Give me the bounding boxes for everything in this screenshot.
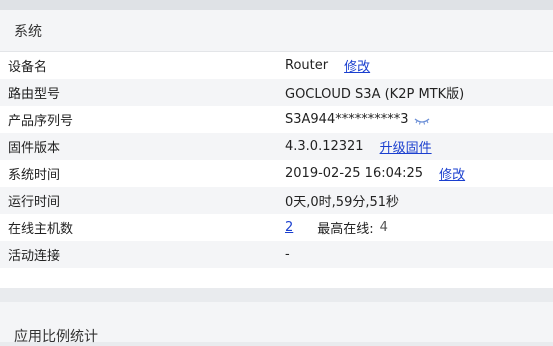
- max-online-label: 最高在线:: [317, 222, 374, 237]
- firmware-version-label: 固件版本: [8, 141, 61, 156]
- row-online-hosts: 在线主机数 2 最高在线: 4: [0, 214, 553, 241]
- row-firmware-version: 固件版本 4.3.0.12321 升级固件: [0, 133, 553, 160]
- row-serial-number: 产品序列号 S3A944**********3: [0, 106, 553, 133]
- firmware-version-value: 4.3.0.12321: [285, 139, 364, 154]
- online-hosts-count-link[interactable]: 2: [285, 220, 293, 235]
- router-model-value: GOCLOUD S3A (K2P MTK版): [285, 87, 465, 102]
- firmware-version-value-group: 4.3.0.12321 升级固件: [285, 137, 432, 156]
- top-strip: [0, 0, 553, 10]
- uptime-value: 0天,0时,59分,51秒: [285, 195, 400, 210]
- row-uptime: 运行时间 0天,0时,59分,51秒: [0, 187, 553, 214]
- uptime-label: 运行时间: [8, 195, 61, 210]
- edit-system-time-link[interactable]: 修改: [439, 164, 465, 183]
- serial-number-label: 产品序列号: [8, 114, 74, 129]
- system-time-value: 2019-02-25 16:04:25: [285, 166, 424, 181]
- app-ratio-title: 应用比例统计: [14, 329, 98, 345]
- panel-separator: [0, 288, 553, 302]
- row-system-time: 系统时间 2019-02-25 16:04:25 修改: [0, 160, 553, 187]
- online-hosts-value-group: 2 最高在线: 4: [285, 218, 388, 237]
- row-active-connections: 活动连接 -: [0, 241, 553, 268]
- device-name-value-group: Router 修改: [285, 56, 370, 75]
- serial-number-value: S3A944**********3: [285, 112, 409, 127]
- app-ratio-panel: 应用比例统计: [0, 302, 553, 345]
- active-connections-label: 活动连接: [8, 249, 61, 264]
- device-name-value: Router: [285, 58, 329, 73]
- max-online-value: 4: [379, 220, 388, 235]
- panel-header: 系统: [0, 10, 553, 52]
- serial-number-value-group: S3A944**********3: [285, 112, 430, 127]
- router-model-label: 路由型号: [8, 87, 61, 102]
- row-router-model: 路由型号 GOCLOUD S3A (K2P MTK版): [0, 79, 553, 106]
- active-connections-value: -: [285, 247, 290, 262]
- system-panel: 系统 设备名 Router 修改 路由型号 GOCLOUD S3A (K2P M…: [0, 10, 553, 288]
- system-time-label: 系统时间: [8, 168, 61, 183]
- device-name-label: 设备名: [8, 60, 48, 75]
- row-device-name: 设备名 Router 修改: [0, 52, 553, 79]
- online-hosts-label: 在线主机数: [8, 222, 74, 237]
- edit-device-name-link[interactable]: 修改: [344, 56, 370, 75]
- system-time-value-group: 2019-02-25 16:04:25 修改: [285, 164, 465, 183]
- eye-icon[interactable]: [414, 115, 430, 125]
- upgrade-firmware-link[interactable]: 升级固件: [380, 137, 432, 156]
- panel-title: 系统: [14, 23, 42, 40]
